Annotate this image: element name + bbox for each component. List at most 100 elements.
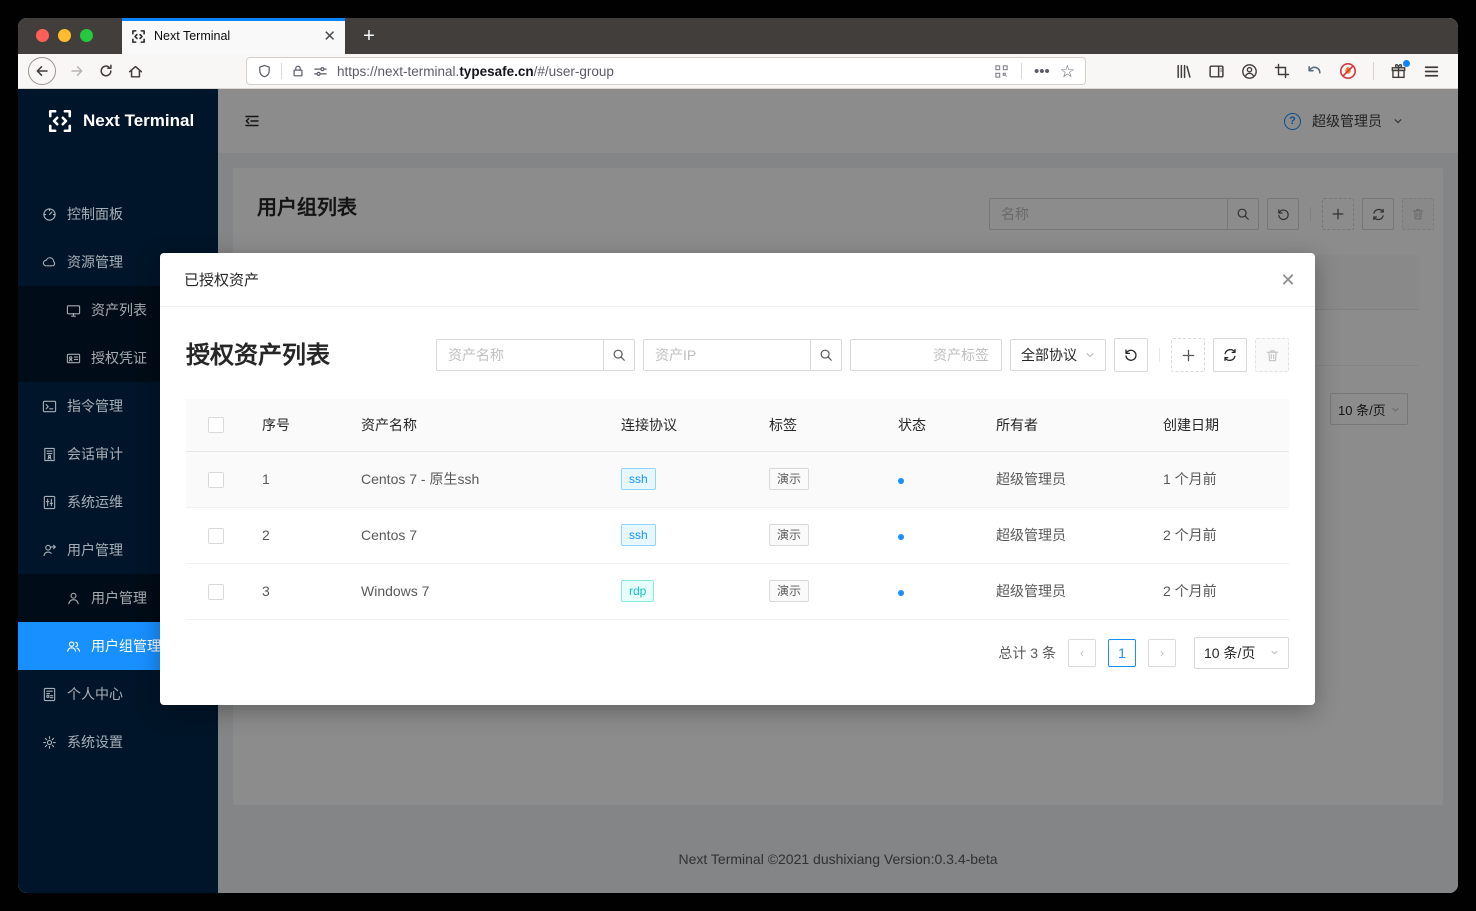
table-row[interactable]: 1 Centos 7 - 原生ssh ssh 演示 超级管理员 1 个月前 [186, 451, 1289, 507]
col-index: 序号 [246, 399, 345, 451]
asset-tag: 演示 [769, 580, 809, 602]
url-bar[interactable]: https://next-terminal.typesafe.cn/#/user… [246, 57, 1086, 85]
close-window-button[interactable] [36, 29, 49, 42]
asset-ip-input[interactable] [643, 339, 811, 371]
traffic-lights [36, 29, 93, 42]
app-logo[interactable]: Next Terminal [18, 89, 218, 153]
cell-index: 1 [246, 451, 345, 507]
account-icon[interactable] [1241, 63, 1258, 80]
browser-titlebar: Next Terminal ✕ + [18, 18, 1458, 54]
col-protocol: 连接协议 [605, 399, 753, 451]
table-row[interactable]: 2 Centos 7 ssh 演示 超级管理员 2 个月前 [186, 507, 1289, 563]
bookmark-star-icon[interactable]: ☆ [1060, 63, 1075, 80]
url-text: https://next-terminal.typesafe.cn/#/user… [337, 64, 614, 79]
sidebar-toggle-icon[interactable] [1208, 63, 1225, 80]
modal-title: 已授权资产 [184, 269, 259, 290]
protocol-tag: ssh [621, 468, 656, 490]
status-dot [898, 534, 904, 540]
next-page-button[interactable]: › [1148, 639, 1176, 667]
cell-owner: 超级管理员 [980, 507, 1147, 563]
forward-button[interactable] [69, 63, 85, 79]
search-button[interactable] [810, 339, 842, 371]
desktop-icon [66, 303, 81, 318]
modal-close-icon[interactable]: ✕ [1261, 253, 1315, 307]
browser-window: Next Terminal ✕ + [18, 18, 1458, 893]
delete-asset-button[interactable] [1255, 338, 1289, 372]
protocol-select-value: 全部协议 [1021, 345, 1077, 365]
sidebar-item-label: 授权凭证 [91, 348, 147, 368]
gear-icon [42, 735, 57, 750]
table-row[interactable]: 3 Windows 7 rdp 演示 超级管理员 2 个月前 [186, 563, 1289, 619]
permissions-icon[interactable] [313, 64, 328, 79]
protocol-select[interactable]: 全部协议 [1010, 339, 1106, 371]
app-logo-text: Next Terminal [83, 111, 194, 131]
search-button[interactable] [603, 339, 635, 371]
page-1-button[interactable]: 1 [1108, 639, 1136, 667]
library-icon[interactable] [1175, 63, 1192, 80]
sidebar-item-dashboard[interactable]: 控制面板 [18, 190, 218, 238]
user-switch-icon [42, 543, 57, 558]
reset-undo-button[interactable] [1114, 338, 1148, 372]
refresh-button[interactable] [1213, 338, 1247, 372]
sidebar-item-label: 用户管理 [67, 540, 123, 560]
select-all-checkbox[interactable] [208, 417, 224, 433]
cell-created: 1 个月前 [1147, 451, 1289, 507]
cell-asset-name: Windows 7 [345, 563, 605, 619]
asset-tag: 演示 [769, 524, 809, 546]
nav-buttons [28, 57, 144, 85]
col-created: 创建日期 [1147, 399, 1289, 451]
col-tag: 标签 [753, 399, 882, 451]
page-actions-icon[interactable]: ••• [1034, 64, 1050, 79]
browser-toolbar: https://next-terminal.typesafe.cn/#/user… [18, 54, 1458, 89]
lock-icon[interactable] [291, 64, 305, 78]
cell-asset-name: Centos 7 [345, 507, 605, 563]
col-asset-name: 资产名称 [345, 399, 605, 451]
next-terminal-logo-icon [47, 108, 73, 134]
zoom-window-button[interactable] [80, 29, 93, 42]
sidebar-item-settings[interactable]: 系统设置 [18, 718, 218, 766]
pagination-total: 总计 3 条 [998, 643, 1056, 663]
toolbar-right-icons [1175, 62, 1448, 80]
team-icon [66, 639, 81, 654]
terminal-code-icon [42, 399, 57, 414]
back-button[interactable] [28, 57, 56, 85]
sidebar-item-label: 控制面板 [67, 204, 123, 224]
toolbar-divider [1159, 348, 1160, 362]
minimize-window-button[interactable] [58, 29, 71, 42]
row-checkbox[interactable] [208, 528, 224, 544]
undo-arrow-icon[interactable] [1306, 63, 1323, 80]
pagination: 总计 3 条 ‹ 1 › 10 条/页 [186, 637, 1289, 669]
asset-tag-input[interactable] [850, 339, 1002, 371]
tab-close-icon[interactable]: ✕ [323, 29, 336, 44]
screenshot-crop-icon[interactable] [1274, 63, 1290, 79]
tracking-protection-shield-icon[interactable] [257, 64, 272, 79]
notification-dot [1403, 60, 1410, 67]
server-icon [42, 495, 57, 510]
reload-button[interactable] [98, 63, 114, 79]
qr-code-icon[interactable] [994, 64, 1009, 79]
sidebar-item-label: 个人中心 [67, 684, 123, 704]
authorized-assets-modal: 已授权资产 ✕ 授权资产列表 [160, 253, 1315, 705]
sidebar-item-label: 资源管理 [67, 252, 123, 272]
asset-tag: 演示 [769, 468, 809, 490]
add-asset-button[interactable] [1171, 338, 1205, 372]
browser-tab[interactable]: Next Terminal ✕ [122, 18, 345, 54]
id-card-icon [66, 351, 81, 366]
cell-owner: 超级管理员 [980, 451, 1147, 507]
page-size-select[interactable]: 10 条/页 [1194, 637, 1289, 669]
home-button[interactable] [127, 63, 144, 80]
sidebar-item-label: 用户管理 [91, 588, 147, 608]
row-checkbox[interactable] [208, 584, 224, 600]
prev-page-button[interactable]: ‹ [1068, 639, 1096, 667]
cell-index: 3 [246, 563, 345, 619]
asset-name-input[interactable] [436, 339, 604, 371]
sidebar-item-label: 会话审计 [67, 444, 123, 464]
blocked-flash-icon[interactable] [1339, 62, 1357, 80]
authorized-assets-table: 序号 资产名称 连接协议 标签 状态 所有者 创建日期 1 [186, 399, 1289, 620]
row-checkbox[interactable] [208, 472, 224, 488]
new-tab-button[interactable]: + [352, 18, 386, 54]
whats-new-gift-icon[interactable] [1390, 63, 1407, 80]
sidebar-item-label: 系统运维 [67, 492, 123, 512]
hamburger-menu-icon[interactable] [1423, 63, 1440, 80]
toolbar-divider [1373, 62, 1374, 80]
